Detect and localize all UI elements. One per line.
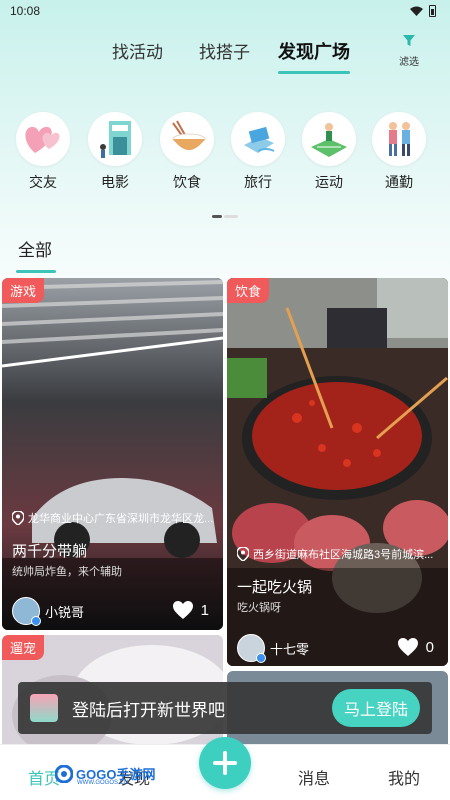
tab-all-indicator — [16, 270, 56, 273]
plus-icon — [213, 751, 237, 775]
hearts-icon — [16, 112, 70, 166]
watermark-subtext: WWW.GOGOS.CN — [77, 780, 129, 786]
app-logo — [30, 694, 58, 722]
filter-button[interactable]: 滤选 — [394, 34, 424, 68]
category-food[interactable]: 饮食 — [157, 112, 217, 192]
battery-icon — [429, 5, 436, 17]
active-tab-indicator — [278, 71, 350, 74]
avatar — [237, 634, 266, 663]
post-description: 吃火锅呀 — [237, 602, 281, 614]
category-dating[interactable]: 交友 — [13, 112, 73, 192]
login-prompt-banner: 登陆后打开新世界吧 马上登陆 — [18, 682, 432, 734]
category-page-indicator — [212, 215, 238, 218]
tab-discover-square-label: 发现广场 — [278, 42, 350, 62]
login-now-button[interactable]: 马上登陆 — [331, 689, 420, 727]
category-tag: 遛宠 — [2, 635, 45, 660]
location-pin-icon — [237, 547, 249, 561]
login-prompt-text: 登陆后打开新世界吧 — [72, 700, 225, 720]
category-tag: 游戏 — [2, 278, 45, 303]
author-name: 小锐哥 — [45, 604, 85, 620]
location-row: 西乡街道麻布社区海城路3号前城滨... — [237, 546, 440, 562]
like-count: 1 — [200, 601, 209, 619]
tab-all[interactable]: 全部 — [18, 236, 52, 261]
category-label: 饮食 — [173, 174, 201, 190]
feed-grid: 游戏 龙华商业中心广东省深圳市龙华区龙... 两千分带躺 统帅局炸鱼，来个辅助 … — [0, 278, 450, 748]
category-movie[interactable]: 电影 — [85, 112, 145, 192]
wifi-icon — [410, 6, 423, 16]
cinema-icon — [88, 112, 142, 166]
page-dot — [224, 215, 238, 218]
verified-icon — [31, 616, 41, 626]
category-label: 通勤 — [385, 174, 413, 190]
create-post-button[interactable] — [199, 737, 251, 789]
location-text: 龙华商业中心广东省深圳市龙华区龙... — [28, 513, 214, 525]
author-name: 十七零 — [270, 641, 310, 657]
avatar — [12, 597, 41, 626]
page-dot-active — [212, 215, 222, 218]
site-watermark: GOGO手游网 WWW.GOGOS.CN — [55, 764, 155, 786]
category-tag: 饮食 — [227, 278, 270, 303]
rice-bowl-icon — [160, 112, 214, 166]
status-bar: 10:08 — [0, 0, 450, 22]
funnel-icon — [403, 35, 415, 46]
post-card-game[interactable]: 游戏 龙华商业中心广东省深圳市龙华区龙... 两千分带躺 统帅局炸鱼，来个辅助 … — [2, 278, 223, 630]
filter-label: 滤选 — [399, 57, 419, 68]
watermark-logo-icon — [55, 764, 73, 783]
tab-find-partner[interactable]: 找搭子 — [199, 38, 250, 63]
sports-icon — [302, 112, 356, 166]
heart-icon — [397, 638, 418, 656]
category-row: 交友 电影 饮食 旅行 运动 通勤 — [0, 112, 450, 202]
status-time: 10:08 — [10, 4, 41, 18]
category-label: 电影 — [101, 174, 129, 190]
like-count: 0 — [425, 638, 434, 656]
like-button[interactable]: 0 — [397, 638, 434, 656]
location-text: 西乡街道麻布社区海城路3号前城滨... — [253, 549, 434, 561]
category-sports[interactable]: 运动 — [299, 112, 359, 192]
post-title: 一起吃火锅 — [237, 579, 313, 596]
post-card-food[interactable]: 饮食 西乡街道麻布社区海城路3号前城滨... 一起吃火锅 吃火锅呀 十七零 0 — [227, 278, 448, 666]
category-travel[interactable]: 旅行 — [228, 112, 288, 192]
nav-messages[interactable]: 消息 — [298, 765, 330, 789]
heart-icon — [172, 601, 193, 619]
nav-profile[interactable]: 我的 — [388, 765, 420, 789]
category-label: 运动 — [315, 174, 343, 190]
tab-find-activity[interactable]: 找活动 — [112, 38, 163, 63]
post-description: 统帅局炸鱼，来个辅助 — [12, 566, 122, 578]
status-icons — [410, 5, 436, 17]
author-row[interactable]: 小锐哥 — [12, 597, 85, 626]
like-button[interactable]: 1 — [172, 601, 209, 619]
post-title: 两千分带躺 — [12, 543, 88, 560]
category-commute[interactable]: 通勤 — [369, 112, 429, 192]
verified-icon — [256, 653, 266, 663]
commute-icon — [372, 112, 426, 166]
tab-discover-square[interactable]: 发现广场 — [278, 38, 350, 74]
travel-icon — [231, 112, 285, 166]
location-pin-icon — [12, 511, 24, 525]
author-row[interactable]: 十七零 — [237, 634, 310, 663]
category-label: 旅行 — [244, 174, 272, 190]
category-label: 交友 — [29, 174, 57, 190]
location-row: 龙华商业中心广东省深圳市龙华区龙... — [12, 510, 215, 526]
top-tabs: 找活动 找搭子 发现广场 滤选 — [0, 30, 450, 76]
